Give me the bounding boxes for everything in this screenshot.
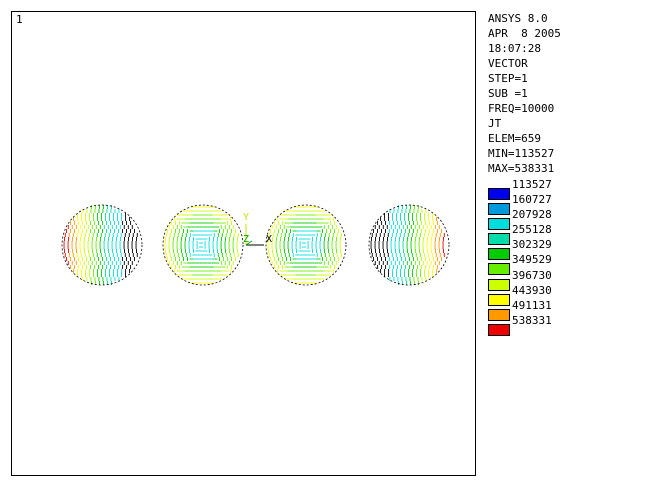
sphere-3 (265, 204, 347, 286)
info-line: 18:07:28 (488, 42, 541, 55)
legend-entry: 302329 (488, 237, 648, 261)
info-line: ANSYS 8.0 (488, 12, 548, 25)
info-line: SUB =1 (488, 87, 528, 100)
coordinate-triad: Y X Z (243, 212, 272, 246)
vector-plot: Y X Z (61, 204, 450, 286)
triad-x-label: X (266, 234, 272, 245)
sphere-2 (162, 204, 244, 286)
legend-value: 255128 (512, 223, 552, 237)
legend-entry: 160727 (488, 192, 648, 216)
legend-entry: 207928 (488, 207, 648, 231)
legend-entry: 491131 (488, 298, 648, 321)
info-line: MIN=113527 (488, 147, 555, 160)
info-line: STEP=1 (488, 72, 528, 85)
legend-value: 396730 (512, 268, 552, 282)
info-line: APR 8 2005 (488, 27, 561, 40)
legend-value: 443930 (512, 283, 552, 297)
info-line: JT (488, 117, 502, 130)
legend-entry: 113527 (488, 177, 648, 200)
legend-entry: 538331 (488, 313, 648, 336)
info-line: FREQ=10000 (488, 102, 555, 115)
contour-legend: 113527 160727 207928 255128 302329 349529 3967… (488, 177, 648, 336)
triad-y-label: Y (243, 212, 249, 223)
legend-value: 113527 (512, 178, 552, 191)
info-panel: ANSYS 8.0 APR 8 2005 18:07:28 VECTOR STEP=1 S… (488, 11, 648, 176)
legend-swatch (488, 323, 510, 336)
legend-entry: 349529 (488, 252, 648, 276)
legend-entry: 443930 (488, 283, 648, 306)
legend-value: 207928 (512, 208, 552, 222)
legend-entry: 396730 (488, 268, 648, 291)
sphere-4 (368, 204, 450, 286)
info-line: MAX=538331 (488, 162, 555, 175)
legend-value: 538331 (512, 313, 552, 327)
info-line: ELEM=659 (488, 132, 541, 145)
legend-value: 160727 (512, 193, 552, 207)
info-line: VECTOR (488, 57, 528, 70)
triad-z-label: Z (243, 234, 249, 245)
legend-value: 349529 (512, 253, 552, 267)
legend-value: 302329 (512, 238, 552, 252)
legend-entry: 255128 (488, 222, 648, 246)
legend-value: 491131 (512, 298, 552, 312)
sphere-1 (61, 204, 143, 286)
graphics-window[interactable]: 1 Y X Z (11, 11, 476, 476)
